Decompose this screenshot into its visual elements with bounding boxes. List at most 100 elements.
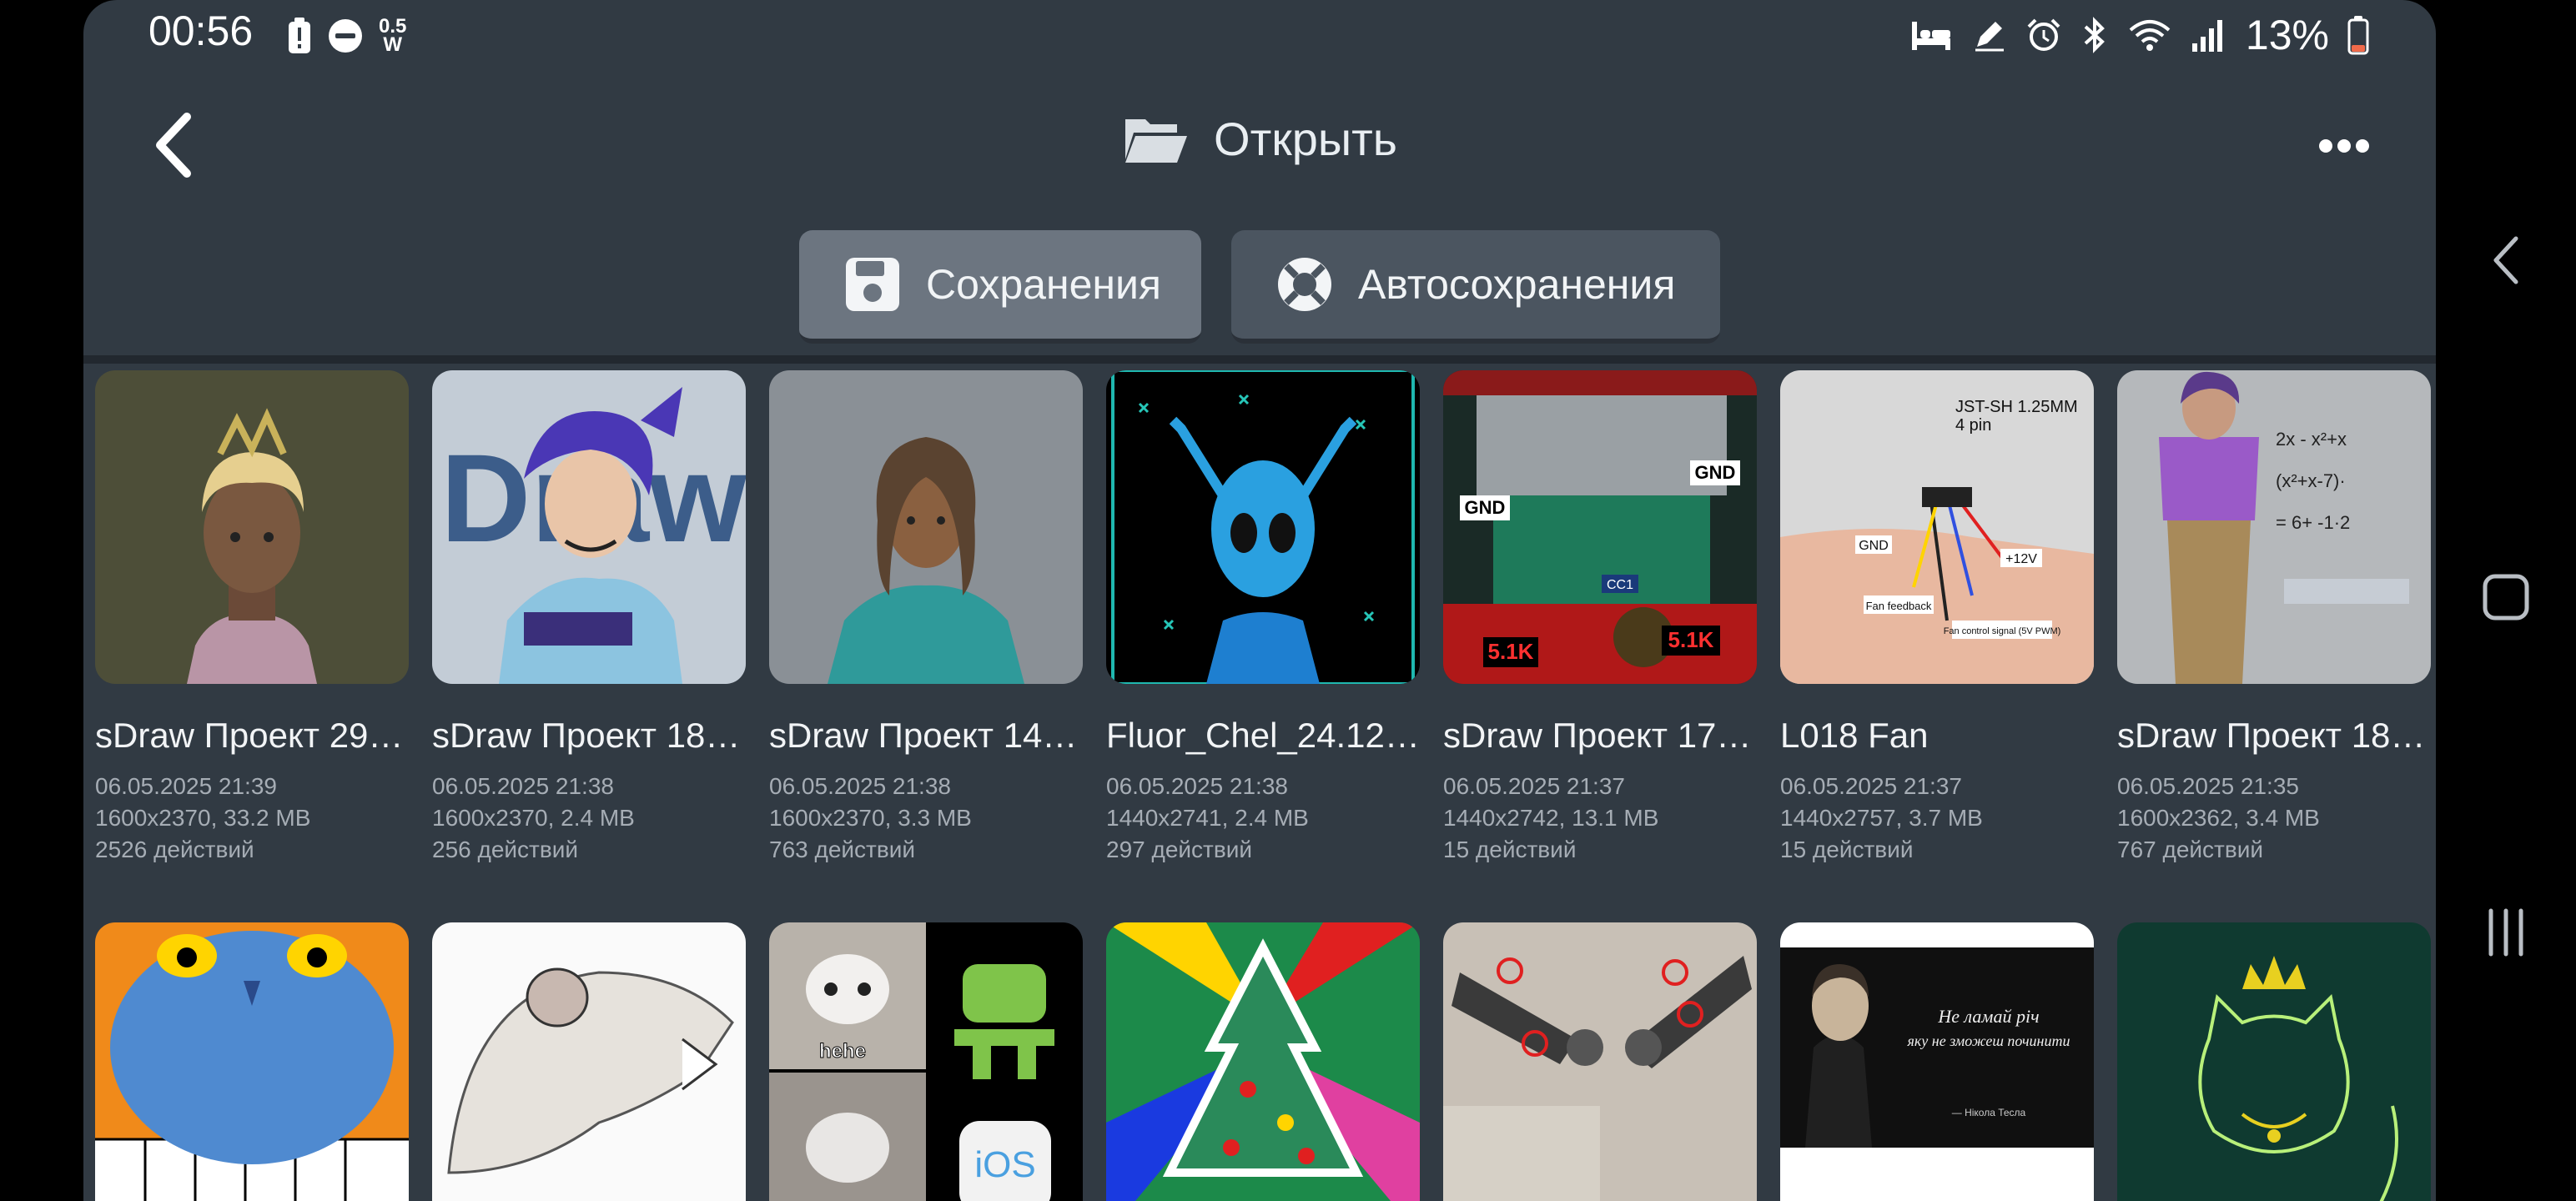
thumbnail-art bbox=[769, 370, 1083, 684]
thumbnail-art: GND GND CC1 5.1K 5.1K bbox=[1443, 370, 1757, 684]
thumbnail-text: +12V bbox=[2005, 552, 2037, 566]
thumbnail-text: JST-SH 1.25MM bbox=[1955, 398, 2078, 416]
project-thumbnail[interactable]: hehe iOS bbox=[769, 922, 1083, 1201]
thumbnail-text: = 6+ -1·2 bbox=[2276, 512, 2350, 533]
project-date: 06.05.2025 21:39 bbox=[95, 773, 277, 799]
project-thumbnail[interactable] bbox=[1443, 922, 1757, 1201]
power-draw-indicator: 0.5 W bbox=[379, 17, 406, 55]
thumbnail-art bbox=[95, 922, 409, 1201]
thumbnail-art bbox=[432, 922, 746, 1201]
project-meta: 06.05.2025 21:37 1440x2757, 3.7 MB 15 де… bbox=[1780, 771, 2094, 866]
project-card[interactable]: JST-SH 1.25MM 4 pin GND +12V Fan feedbac… bbox=[1780, 370, 2094, 866]
project-card[interactable] bbox=[1443, 922, 1757, 1201]
thumbnail-text: яку не зможеш починити bbox=[1907, 1033, 2070, 1049]
system-nav-bar bbox=[2436, 0, 2576, 1201]
project-date: 06.05.2025 21:35 bbox=[2117, 773, 2299, 799]
page-title: Открыть bbox=[1214, 113, 1397, 165]
do-not-disturb-icon bbox=[327, 18, 364, 54]
thumbnail-art: Draw bbox=[432, 370, 746, 684]
project-card[interactable] bbox=[1106, 922, 1420, 1201]
thumbnail-art: Не ламай річ яку не зможеш починити — Ні… bbox=[1780, 922, 2094, 1201]
project-date: 06.05.2025 21:37 bbox=[1780, 773, 1962, 799]
signal-icon bbox=[2191, 17, 2227, 53]
project-thumbnail[interactable] bbox=[769, 370, 1083, 684]
project-actions: 2526 действий bbox=[95, 837, 254, 862]
project-card[interactable]: sDraw Проект 14.… 06.05.2025 21:38 1600x… bbox=[769, 370, 1083, 866]
project-date: 06.05.2025 21:38 bbox=[1106, 773, 1288, 799]
project-card[interactable]: 2x - x²+x (x²+x-7)· = 6+ -1·2 sDraw Прое… bbox=[2117, 370, 2431, 866]
project-thumbnail[interactable]: Draw bbox=[432, 370, 746, 684]
project-card[interactable]: Draw sDraw Проект 18.… 06.05.2025 21:38 … bbox=[432, 370, 746, 866]
more-horizontal-icon bbox=[2319, 139, 2369, 153]
project-date: 06.05.2025 21:38 bbox=[432, 773, 614, 799]
status-icons-right: 13% bbox=[1910, 8, 2369, 62]
project-thumbnail[interactable] bbox=[1106, 922, 1420, 1201]
battery-alert-icon bbox=[287, 17, 312, 55]
project-name: sDraw Проект 17.… bbox=[1443, 716, 1757, 755]
project-thumbnail[interactable] bbox=[432, 922, 746, 1201]
floppy-disk-icon bbox=[843, 254, 903, 314]
project-actions: 767 действий bbox=[2117, 837, 2264, 862]
wifi-icon bbox=[2127, 17, 2172, 53]
tab-bar: Сохранения Автосохранения bbox=[83, 230, 2436, 344]
tab-saves[interactable]: Сохранения bbox=[799, 230, 1201, 344]
project-date: 06.05.2025 21:38 bbox=[769, 773, 951, 799]
project-card[interactable]: sDraw Проект 29.… 06.05.2025 21:39 1600x… bbox=[95, 370, 409, 866]
project-date: 06.05.2025 21:37 bbox=[1443, 773, 1625, 799]
more-options-button[interactable] bbox=[2302, 108, 2386, 183]
project-thumbnail[interactable] bbox=[95, 922, 409, 1201]
project-thumbnail[interactable]: GND GND CC1 5.1K 5.1K bbox=[1443, 370, 1757, 684]
thumbnail-art bbox=[2117, 922, 2431, 1201]
nav-back-button[interactable] bbox=[2464, 219, 2548, 302]
project-card[interactable]: GND GND CC1 5.1K 5.1K sDraw Проект 17.… … bbox=[1443, 370, 1757, 866]
project-name: L018 Fan bbox=[1780, 716, 1929, 755]
project-card[interactable]: hehe iOS bbox=[769, 922, 1083, 1201]
home-square-icon bbox=[2483, 574, 2529, 621]
nav-home-button[interactable] bbox=[2464, 555, 2548, 639]
project-size: 1600x2370, 2.4 MB bbox=[432, 805, 635, 831]
project-actions: 15 действий bbox=[1443, 837, 1577, 862]
project-thumbnail[interactable]: Не ламай річ яку не зможеш починити — Ні… bbox=[1780, 922, 2094, 1201]
project-size: 1600x2370, 33.2 MB bbox=[95, 805, 311, 831]
project-thumbnail[interactable]: 2x - x²+x (x²+x-7)· = 6+ -1·2 bbox=[2117, 370, 2431, 684]
project-actions: 15 действий bbox=[1780, 837, 1914, 862]
app-bar: Открыть bbox=[83, 70, 2436, 220]
pen-icon bbox=[1970, 17, 2007, 53]
project-thumbnail[interactable] bbox=[95, 370, 409, 684]
battery-low-icon bbox=[2347, 15, 2369, 55]
project-card[interactable]: Не ламай річ яку не зможеш починити — Ні… bbox=[1780, 922, 2094, 1201]
project-card[interactable]: Fluor_Chel_24.12.… 06.05.2025 21:38 1440… bbox=[1106, 370, 1420, 866]
project-meta: 06.05.2025 21:38 1440x2741, 2.4 MB 297 д… bbox=[1106, 771, 1420, 866]
project-card[interactable] bbox=[2117, 922, 2431, 1201]
nav-recents-button[interactable] bbox=[2464, 891, 2548, 974]
project-thumbnail[interactable] bbox=[2117, 922, 2431, 1201]
project-name: sDraw Проект 29.… bbox=[95, 716, 409, 755]
project-card[interactable] bbox=[95, 922, 409, 1201]
tab-saves-label: Сохранения bbox=[926, 261, 1162, 308]
project-meta: 06.05.2025 21:37 1440x2742, 13.1 MB 15 д… bbox=[1443, 771, 1757, 866]
thumbnail-text: 5.1K bbox=[1668, 627, 1714, 652]
project-size: 1440x2757, 3.7 MB bbox=[1780, 805, 1983, 831]
project-meta: 06.05.2025 21:38 1600x2370, 3.3 MB 763 д… bbox=[769, 771, 1083, 866]
thumbnail-text: GND bbox=[1859, 539, 1889, 553]
thumbnail-text: GND bbox=[1695, 462, 1736, 483]
status-time: 00:56 bbox=[148, 8, 254, 54]
tab-autosaves-label: Автосохранения bbox=[1358, 261, 1676, 308]
project-thumbnail[interactable]: JST-SH 1.25MM 4 pin GND +12V Fan feedbac… bbox=[1780, 370, 2094, 684]
sleep-mode-icon bbox=[1910, 18, 1952, 52]
project-card[interactable] bbox=[432, 922, 746, 1201]
project-name: sDraw Проект 18.… bbox=[432, 716, 746, 755]
thumbnail-text: iOS bbox=[974, 1144, 1035, 1185]
header-divider bbox=[83, 355, 2436, 364]
project-thumbnail[interactable] bbox=[1106, 370, 1420, 684]
thumbnail-text: CC1 bbox=[1607, 578, 1633, 592]
thumbnail-art bbox=[1106, 922, 1420, 1201]
project-actions: 256 действий bbox=[432, 837, 579, 862]
thumbnail-text: (x²+x-7)· bbox=[2276, 470, 2346, 491]
title-group: Открыть bbox=[83, 112, 2436, 166]
tab-autosaves[interactable]: Автосохранения bbox=[1231, 230, 1720, 344]
battery-percent: 13% bbox=[2245, 12, 2329, 58]
alarm-icon bbox=[2025, 17, 2062, 53]
chevron-left-icon bbox=[2493, 236, 2518, 284]
thumbnail-text: 5.1K bbox=[1488, 639, 1534, 664]
